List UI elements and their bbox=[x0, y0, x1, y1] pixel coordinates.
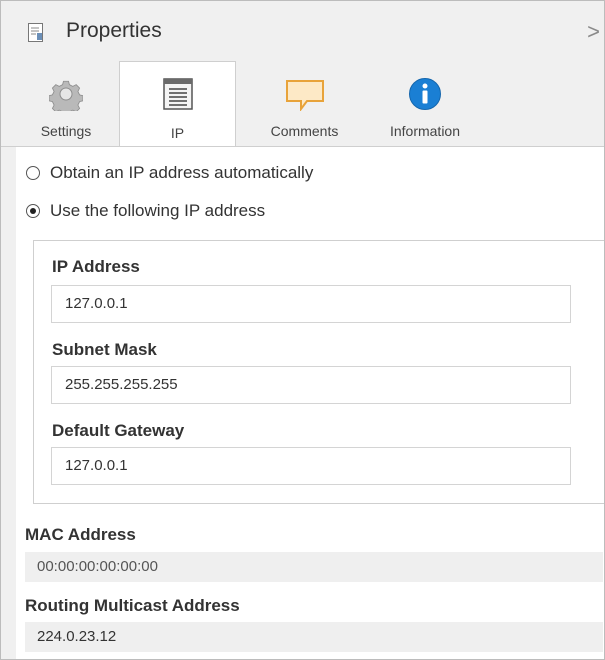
mac-address-label: MAC Address bbox=[25, 525, 136, 544]
info-icon bbox=[409, 78, 441, 110]
tab-bar: Settings IP Comments Information bbox=[1, 61, 604, 148]
default-gateway-input[interactable]: 127.0.0.1 bbox=[51, 447, 571, 485]
radio-button-unchecked[interactable] bbox=[26, 166, 40, 180]
subnet-mask-label: Subnet Mask bbox=[52, 340, 157, 359]
ip-settings-content: Obtain an IP address automatically Use t… bbox=[16, 147, 604, 659]
radio-obtain-automatically[interactable]: Obtain an IP address automatically bbox=[26, 163, 313, 183]
tab-ip[interactable]: IP bbox=[119, 61, 236, 148]
panel-header: Properties > bbox=[1, 1, 604, 61]
radio-use-following[interactable]: Use the following IP address bbox=[26, 201, 265, 221]
radio-use-following-label: Use the following IP address bbox=[50, 201, 266, 220]
tab-ip-label: IP bbox=[170, 125, 185, 141]
subnet-mask-input[interactable]: 255.255.255.255 bbox=[51, 366, 571, 404]
ip-address-group: IP Address 127.0.0.1 Subnet Mask 255.255… bbox=[33, 240, 604, 504]
collapse-chevron-icon[interactable]: > bbox=[587, 19, 600, 45]
tab-settings-label: Settings bbox=[40, 123, 92, 139]
document-icon bbox=[28, 23, 43, 42]
gear-icon bbox=[49, 80, 83, 111]
comment-icon bbox=[285, 80, 324, 111]
multicast-address-value: 224.0.23.12 bbox=[25, 622, 603, 652]
tab-comments-label: Comments bbox=[270, 123, 339, 139]
tab-information[interactable]: Information bbox=[370, 61, 480, 146]
multicast-address-label: Routing Multicast Address bbox=[25, 596, 240, 615]
tab-settings[interactable]: Settings bbox=[20, 61, 112, 146]
tab-information-label: Information bbox=[389, 123, 461, 139]
ip-list-icon bbox=[162, 78, 193, 110]
radio-obtain-automatically-label: Obtain an IP address automatically bbox=[50, 163, 314, 182]
mac-address-value: 00:00:00:00:00:00 bbox=[25, 552, 603, 582]
tab-comments[interactable]: Comments bbox=[252, 61, 357, 146]
properties-panel: Properties > Settings IP Comments Inform… bbox=[0, 0, 605, 660]
panel-title: Properties bbox=[66, 19, 162, 42]
ip-address-label: IP Address bbox=[52, 257, 140, 276]
radio-button-checked[interactable] bbox=[26, 204, 40, 218]
ip-address-input[interactable]: 127.0.0.1 bbox=[51, 285, 571, 323]
default-gateway-label: Default Gateway bbox=[52, 421, 185, 440]
